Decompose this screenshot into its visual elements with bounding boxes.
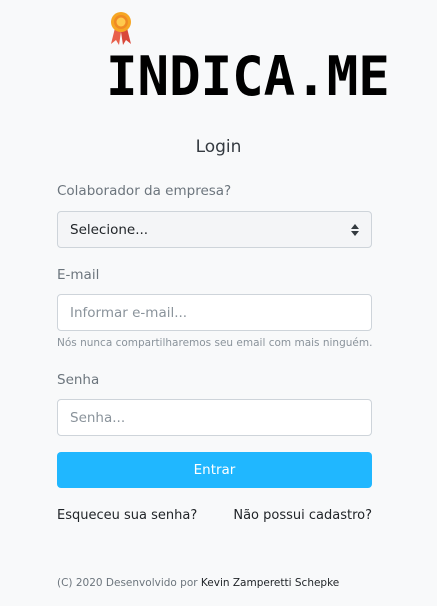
login-button[interactable]: Entrar bbox=[57, 452, 372, 488]
sort-arrows-icon bbox=[351, 224, 359, 236]
logo-wordmark: INDICA.ME bbox=[106, 45, 390, 108]
email-label: E-mail bbox=[57, 267, 100, 283]
footer-credits: (C) 2020 Desenvolvido por Kevin Zamperet… bbox=[57, 577, 339, 589]
company-label: Colaborador da empresa? bbox=[57, 183, 232, 199]
password-label: Senha bbox=[57, 372, 100, 388]
password-placeholder: Senha... bbox=[70, 409, 126, 426]
email-field[interactable]: Informar e-mail... bbox=[57, 294, 372, 331]
email-placeholder: Informar e-mail... bbox=[70, 304, 188, 321]
forgot-password-link[interactable]: Esqueceu sua senha? bbox=[57, 508, 197, 523]
footer-prefix: (C) 2020 Desenvolvido por bbox=[57, 577, 198, 589]
company-select[interactable]: Selecione... bbox=[57, 211, 372, 248]
brand-logo: INDICA.ME bbox=[106, 10, 390, 108]
password-field[interactable]: Senha... bbox=[57, 399, 372, 436]
award-medal-icon bbox=[111, 12, 131, 45]
page-title: Login bbox=[195, 137, 242, 157]
email-help-text: Nós nunca compartilharemos seu email com… bbox=[57, 337, 373, 349]
footer-author: Kevin Zamperetti Schepke bbox=[200, 577, 340, 589]
company-select-value: Selecione... bbox=[70, 221, 149, 238]
register-link[interactable]: Não possui cadastro? bbox=[233, 508, 372, 523]
